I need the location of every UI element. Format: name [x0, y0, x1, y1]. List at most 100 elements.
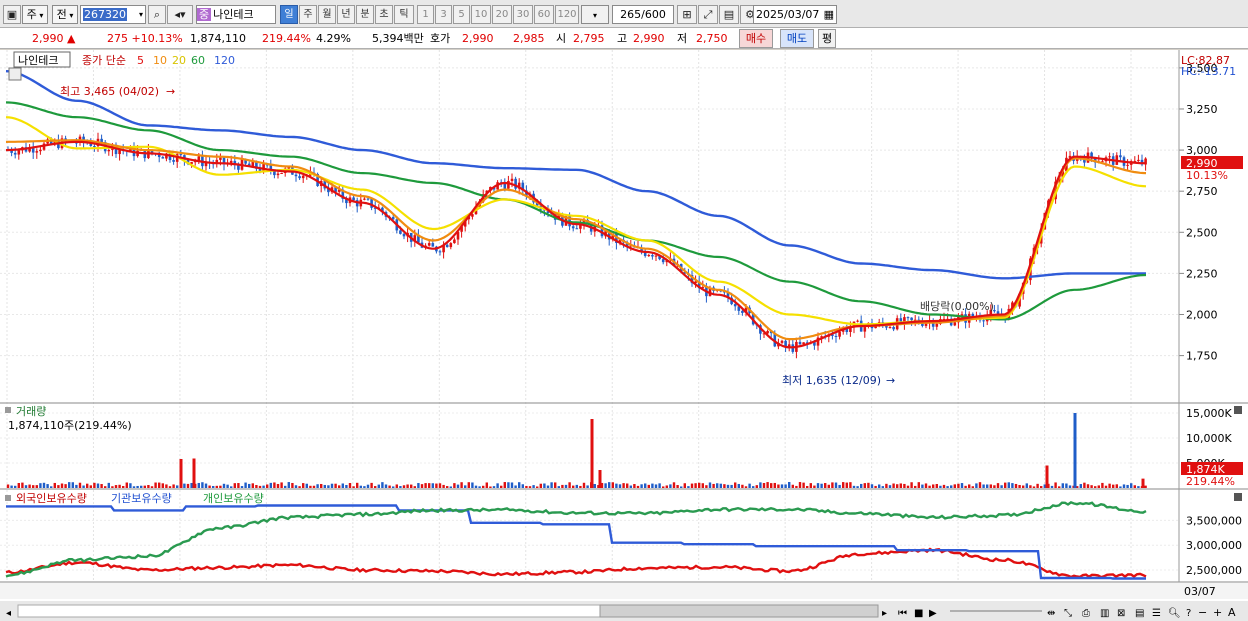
volume-bar [993, 485, 996, 488]
candle-body [935, 323, 939, 327]
volume-bar [446, 486, 449, 488]
tick-option[interactable]: 5 [453, 5, 470, 24]
panel-handle [5, 495, 11, 501]
calendar-icon[interactable]: ▦ [824, 6, 834, 23]
candle-body [179, 154, 183, 156]
volume-bar [680, 486, 683, 488]
tab-week[interactable]: 주 [299, 5, 317, 24]
open-price: 2,795 [573, 32, 605, 45]
volume-bar [125, 482, 128, 488]
window-icon[interactable]: ▣ [3, 5, 21, 24]
volume-bar [237, 483, 240, 488]
candle-body [1137, 159, 1140, 161]
candle-body [906, 317, 910, 319]
tab-year[interactable]: 년 [337, 5, 355, 24]
tab-tick[interactable]: 틱 [394, 5, 414, 24]
volume-bar [579, 485, 582, 488]
volume-bar [370, 482, 373, 488]
volume-bar [510, 482, 514, 488]
volume-bar [744, 486, 748, 488]
tick-option[interactable]: 20 [492, 5, 512, 24]
volume-bar [32, 485, 35, 488]
volume-bar [1018, 485, 1021, 488]
volume-bar [24, 485, 28, 488]
tab-day[interactable]: 일 [280, 5, 298, 24]
volume-bar [294, 485, 298, 488]
volume-bar [888, 485, 892, 488]
volume-bar [136, 485, 139, 488]
zoom-out-icon: − [1198, 606, 1207, 619]
volume-bar [546, 485, 550, 488]
low-label: 저 [677, 32, 688, 45]
volume-bar [248, 483, 251, 488]
bar-count-field[interactable]: 265/600 [612, 5, 674, 24]
volume-bar [726, 484, 730, 488]
volume-spike [598, 470, 602, 488]
tab-minute[interactable]: 분 [356, 5, 374, 24]
candle-body [431, 243, 435, 247]
save-chart-icon: ▥ [1100, 608, 1109, 619]
tick-option[interactable]: 120 [555, 5, 579, 24]
volume-bar [964, 485, 967, 488]
volume-bar [737, 483, 740, 488]
save-icon[interactable]: ▤ [719, 5, 739, 24]
volume-bar [28, 484, 31, 488]
tab-month[interactable]: 월 [318, 5, 336, 24]
volume-bar [356, 482, 359, 488]
volume-bar [1133, 485, 1136, 488]
tick-option[interactable]: 60 [534, 5, 554, 24]
sell-button[interactable]: 매도 [780, 29, 814, 48]
volume-bar [935, 484, 938, 488]
eval-button[interactable]: 평 [818, 29, 836, 48]
volume-bar [420, 484, 424, 488]
candle-body [93, 145, 96, 147]
period-select[interactable]: 주 ▾ [22, 5, 48, 24]
chart-area[interactable]: 2024/01030405060708091011122025/0102031,… [0, 50, 1248, 621]
volume-bar [946, 486, 949, 488]
volume-bar [852, 485, 856, 488]
volume-bar [831, 482, 834, 488]
volume-bar [204, 483, 208, 488]
tick-option[interactable]: 30 [513, 5, 533, 24]
panel-handle [5, 407, 11, 413]
volume-bar [608, 482, 611, 488]
date-field[interactable]: 2025/03/07 ▦ [753, 5, 837, 24]
volume-bar [564, 484, 568, 488]
volume-bar [262, 485, 265, 488]
volume-bar [68, 482, 71, 488]
trend-icon[interactable]: ⤢ [698, 5, 718, 24]
volume-bar [1014, 483, 1018, 488]
volume-bar [752, 486, 755, 488]
speaker-icon[interactable]: ◂▾ [167, 5, 193, 24]
volume-bar [71, 482, 74, 488]
code-input[interactable]: 267320 ▾ [80, 5, 146, 24]
tick-option[interactable]: 10 [471, 5, 491, 24]
volume-bar [10, 485, 13, 488]
stock-name-field[interactable]: 중 나인테크 [196, 5, 276, 24]
candle-body [838, 331, 841, 337]
tick-option[interactable]: 1 [417, 5, 434, 24]
unit-select[interactable]: ▾ [581, 5, 609, 24]
volume-bar [129, 483, 132, 488]
tab-second[interactable]: 초 [375, 5, 393, 24]
volume-bar [377, 484, 380, 488]
volume-bar [273, 482, 276, 488]
holding-tick-label: 2,500,000 [1186, 564, 1242, 577]
volume-bar [618, 484, 622, 488]
search-icon[interactable]: ⌕ [148, 5, 166, 24]
tick-option[interactable]: 3 [435, 5, 452, 24]
prev-select[interactable]: 전 ▾ [52, 5, 78, 24]
volume-bar [622, 483, 625, 488]
volume-bar [147, 484, 150, 488]
panel-grid-icon [8, 67, 22, 81]
volume-bar [748, 483, 751, 488]
candle-body [503, 183, 507, 189]
volume-bar [521, 484, 524, 488]
volume-bar [75, 484, 78, 488]
candle-icon[interactable]: ⊞ [677, 5, 697, 24]
volume-bar [582, 482, 586, 488]
prev-label: 전 [56, 8, 67, 21]
volume-bar [1050, 485, 1054, 488]
volume-bar [471, 482, 474, 488]
buy-button[interactable]: 매수 [739, 29, 773, 48]
